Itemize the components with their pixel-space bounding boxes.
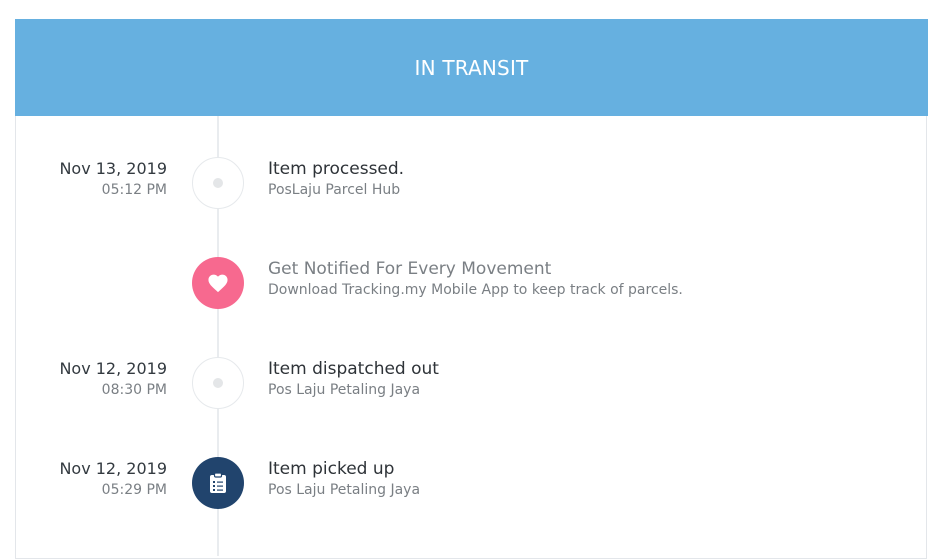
event-date: Nov 13, 2019 05:12 PM [7, 159, 167, 201]
timeline-event: Nov 12, 2019 08:30 PM Item dispatched ou… [0, 357, 950, 413]
event-location: Pos Laju Petaling Jaya [268, 482, 421, 498]
event-location: PosLaju Parcel Hub [268, 182, 401, 198]
event-title: Item dispatched out [268, 359, 439, 379]
timeline-event: Nov 12, 2019 05:29 PM Item picked up Pos… [0, 457, 950, 513]
event-date: Nov 12, 2019 05:29 PM [7, 459, 167, 501]
status-header: IN TRANSIT [15, 19, 928, 116]
event-day: Nov 13, 2019 [59, 159, 167, 178]
clipboard-list-icon [210, 472, 226, 493]
dot-icon [213, 378, 223, 388]
timeline-marker [192, 157, 244, 209]
event-day: Nov 12, 2019 [59, 459, 167, 478]
event-content: Item picked up Pos Laju Petaling Jaya [268, 459, 420, 501]
status-title: IN TRANSIT [414, 55, 529, 80]
timeline-event: Nov 13, 2019 05:12 PM Item processed. Po… [0, 157, 950, 213]
event-content: Item dispatched out Pos Laju Petaling Ja… [268, 359, 439, 401]
event-day: Nov 12, 2019 [59, 359, 167, 378]
timeline-marker [192, 357, 244, 409]
event-time: 05:12 PM [101, 182, 167, 198]
timeline-marker [192, 457, 244, 509]
dot-icon [213, 178, 223, 188]
app-promo-event[interactable]: Get Notified For Every Movement Download… [0, 257, 950, 313]
event-date: Nov 12, 2019 08:30 PM [7, 359, 167, 401]
promo-description: Download Tracking.my Mobile App to keep … [268, 282, 683, 298]
heart-icon [208, 274, 228, 293]
event-title: Item processed. [268, 159, 405, 179]
event-title: Item picked up [268, 459, 395, 479]
event-time: 05:29 PM [101, 482, 167, 498]
event-content: Item processed. PosLaju Parcel Hub [268, 159, 404, 201]
timeline-marker [192, 257, 244, 309]
event-time: 08:30 PM [101, 382, 167, 398]
event-content: Get Notified For Every Movement Download… [268, 259, 683, 301]
event-location: Pos Laju Petaling Jaya [268, 382, 421, 398]
promo-title[interactable]: Get Notified For Every Movement [268, 259, 683, 279]
